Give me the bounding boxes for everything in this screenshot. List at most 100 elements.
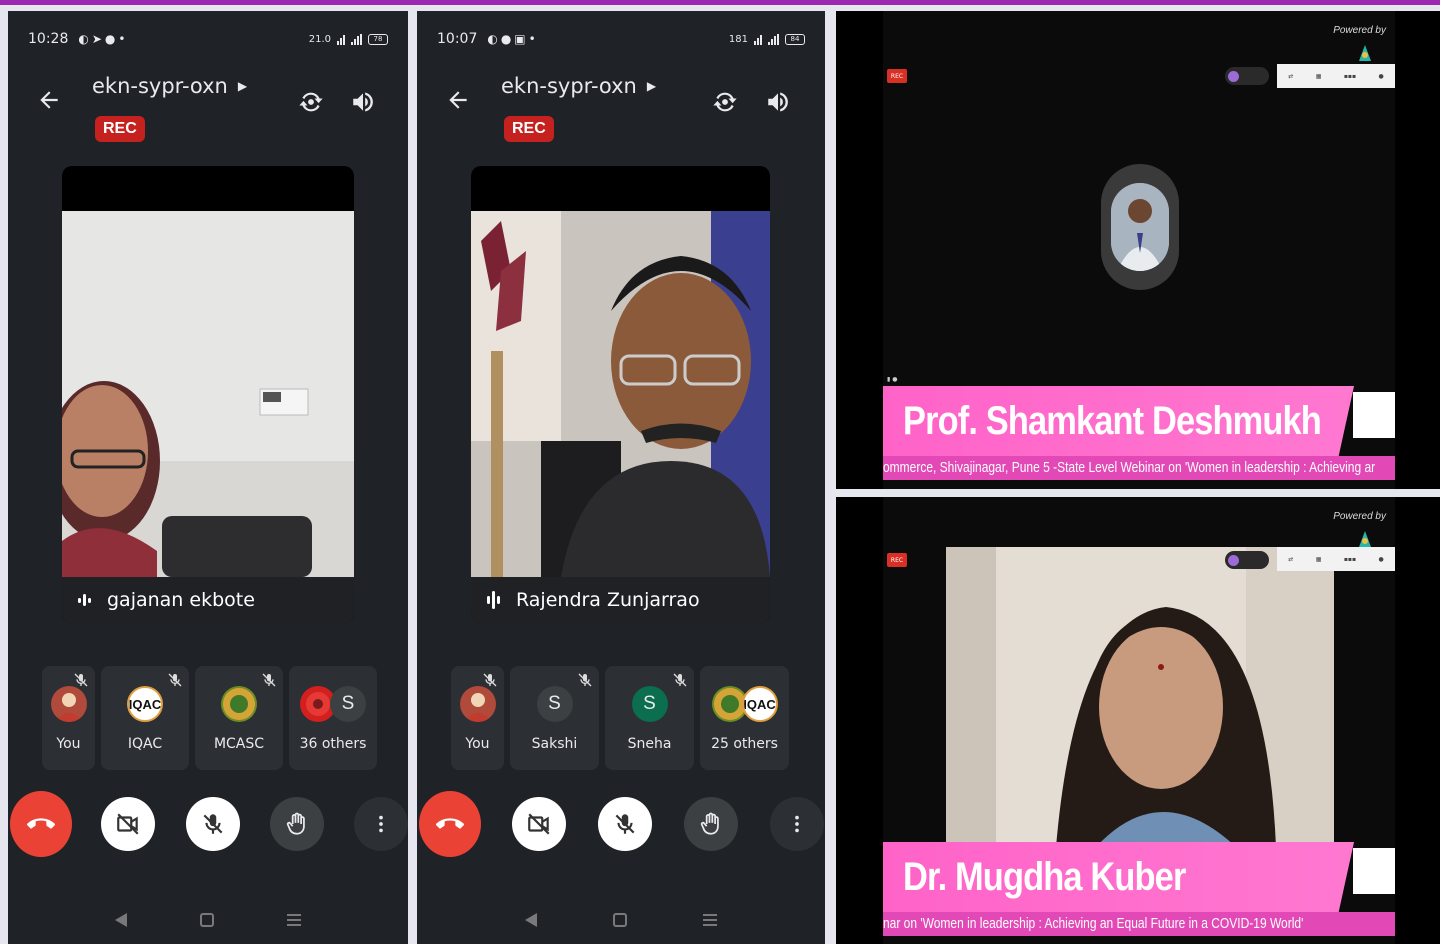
end-call-button[interactable]: [10, 791, 72, 857]
camera-off-button[interactable]: [101, 797, 155, 851]
lower-third-banner: Dr. Mugdha Kuber nar on 'Women in leader…: [883, 842, 1395, 936]
speaker-title: Prof. Shamkant Deshmukh: [903, 398, 1322, 443]
more-vert-icon: [795, 815, 799, 833]
status-right: 21.0 78: [308, 33, 388, 45]
net-speed: 21.0: [308, 33, 331, 45]
nav-home-icon[interactable]: [199, 913, 214, 927]
call-controls: [8, 791, 408, 857]
speaker-volume-icon[interactable]: [350, 89, 376, 115]
lower-third-banner: Prof. Shamkant Deshmukh ommerce, Shivaji…: [883, 386, 1395, 480]
switch-camera-icon[interactable]: [297, 88, 325, 116]
caret-right-icon: ▶: [237, 79, 248, 93]
call-controls: [417, 791, 825, 857]
participant-tile[interactable]: MCASC: [195, 666, 283, 770]
caret-right-icon: ▶: [646, 79, 657, 93]
nav-home-icon[interactable]: [613, 913, 627, 927]
webinar-capture-bottom: Powered by REC ⇄ ▦ ▪▪▪ ● Dr. Mugdha Kuber n…: [836, 497, 1440, 944]
speaker-video-frame: [62, 211, 354, 577]
muted-mic-icon: [673, 673, 687, 687]
participant-chip: [1225, 67, 1269, 85]
status-right: 181 84: [728, 33, 805, 45]
brand-logo-icon: [1359, 531, 1371, 547]
meet-phone-left: 10:28 ◐➤●• 21.0 78 ekn-sypr-oxn ▶ REC ga…: [8, 11, 408, 944]
back-arrow-icon[interactable]: [36, 87, 62, 113]
microphone-off-button[interactable]: [598, 797, 652, 851]
participant-label: 36 others: [299, 736, 367, 752]
android-nav-bar: [417, 908, 825, 932]
lower-third-tag: [1353, 848, 1395, 894]
avatar-emblem: [221, 686, 257, 722]
speaker-volume-icon[interactable]: [765, 89, 791, 115]
active-speaker-tile[interactable]: gajanan ekbote: [62, 166, 354, 623]
nav-recents-icon[interactable]: [703, 914, 717, 926]
muted-mic-icon: [168, 673, 182, 687]
meeting-code: ekn-sypr-oxn: [501, 74, 637, 98]
letterbox-right: [1395, 11, 1440, 489]
meeting-title[interactable]: ekn-sypr-oxn ▶: [92, 74, 247, 98]
raise-hand-button[interactable]: [270, 797, 324, 851]
back-arrow-icon[interactable]: [445, 87, 471, 113]
participant-tile[interactable]: You: [451, 666, 504, 770]
speaker-avatar: [1101, 164, 1179, 290]
speaker-name-bar: Rajendra Zunjarrao: [471, 577, 770, 623]
video-off-icon: [528, 813, 550, 835]
letterbox-left: [836, 497, 883, 944]
meeting-code: ekn-sypr-oxn: [92, 74, 228, 98]
avatar-photo: [50, 686, 87, 722]
tiny-speaker-label: ▮ ●: [887, 376, 898, 383]
notification-icons: ◐●▣•: [487, 32, 539, 46]
more-options-button[interactable]: [354, 797, 408, 851]
microphone-off-button[interactable]: [186, 797, 240, 851]
participant-label: You: [56, 736, 81, 752]
avatar-iqac: IQAC: [127, 686, 163, 722]
muted-mic-icon: [578, 673, 592, 687]
participant-label: 25 others: [711, 736, 778, 752]
participant-chip: [1225, 551, 1269, 569]
more-options-button[interactable]: [770, 797, 824, 851]
signal-icon-2: [768, 33, 779, 45]
nav-back-icon[interactable]: [114, 913, 127, 927]
participant-strip: You IQAC IQAC MCASC S 36 others: [42, 666, 377, 770]
top-border-strip: [0, 0, 1440, 5]
avatar-letter: S: [631, 686, 668, 722]
signal-icon: [754, 34, 762, 45]
mic-off-icon: [203, 814, 223, 834]
lower-third-tag: [1353, 392, 1395, 438]
speaking-indicator-icon: [78, 594, 91, 606]
letterbox-left: [836, 11, 883, 489]
signal-icon: [337, 34, 345, 45]
muted-mic-icon: [74, 673, 88, 687]
participant-label: Sakshi: [531, 736, 578, 752]
nav-recents-icon[interactable]: [287, 914, 302, 926]
participant-label: You: [465, 736, 490, 752]
camera-off-button[interactable]: [512, 797, 566, 851]
avatar-letter: S: [536, 686, 573, 722]
switch-camera-icon[interactable]: [711, 88, 739, 116]
nav-back-icon[interactable]: [525, 913, 537, 927]
speaker-video: [946, 547, 1334, 847]
avatar-iqac: IQAC: [741, 686, 778, 722]
powered-by-label: Powered by: [1333, 25, 1386, 36]
avatar-letter: S: [330, 686, 366, 722]
avatar-photo: [459, 686, 496, 722]
muted-mic-icon: [483, 673, 497, 687]
raise-hand-button[interactable]: [684, 797, 738, 851]
participant-tile[interactable]: IQAC IQAC: [101, 666, 189, 770]
meeting-title[interactable]: ekn-sypr-oxn ▶: [501, 74, 656, 98]
ticker-text: ommerce, Shivajinagar, Pune 5 -State Lev…: [883, 456, 1395, 480]
participant-tile[interactable]: You: [42, 666, 95, 770]
net-speed: 181: [728, 33, 748, 45]
mini-toolbar: ⇄ ▦ ▪▪▪ ●: [1277, 547, 1395, 571]
hang-up-icon: [436, 818, 464, 829]
mini-rec-badge: REC: [887, 553, 907, 567]
participant-tile[interactable]: S Sneha: [605, 666, 694, 770]
participant-label: IQAC: [127, 736, 163, 752]
participant-tile-others[interactable]: S 36 others: [289, 666, 377, 770]
active-speaker-tile[interactable]: Rajendra Zunjarrao: [471, 166, 770, 623]
participant-tile[interactable]: S Sakshi: [510, 666, 599, 770]
participant-tile-others[interactable]: IQAC 25 others: [700, 666, 789, 770]
status-bar: 10:07 ◐●▣• 181 84: [437, 29, 805, 49]
end-call-button[interactable]: [419, 791, 481, 857]
letterbox-right: [1395, 497, 1440, 944]
status-bar: 10:28 ◐➤●• 21.0 78: [28, 29, 388, 49]
